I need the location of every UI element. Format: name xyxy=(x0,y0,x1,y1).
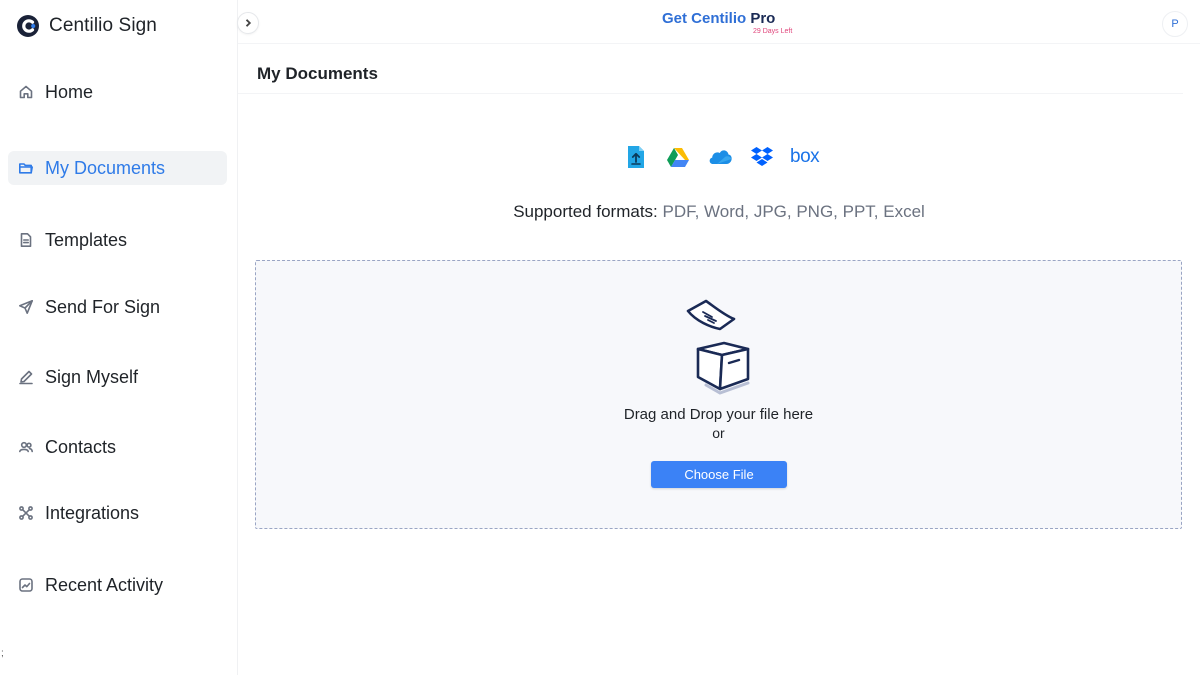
sidebar-item-label: Contacts xyxy=(45,436,117,457)
sidebar-item-label: Recent Activity xyxy=(45,574,164,595)
google-drive-icon[interactable] xyxy=(664,143,692,171)
onedrive-icon[interactable] xyxy=(706,143,734,171)
folder-icon xyxy=(18,160,34,176)
get-pro-link[interactable]: Get Centilio Pro 29 Days Left xyxy=(662,10,792,35)
upload-sources: box xyxy=(622,143,820,171)
sidebar-item-label: Sign Myself xyxy=(45,366,139,387)
trial-days-left: 29 Days Left xyxy=(753,28,793,35)
brand[interactable]: Centilio Sign xyxy=(16,12,157,40)
home-icon xyxy=(18,84,34,100)
page-title-bar: My Documents xyxy=(238,52,1183,94)
sidebar-item-label: My Documents xyxy=(45,157,166,178)
brand-name: Centilio Sign xyxy=(49,15,157,36)
box-icon[interactable]: box xyxy=(790,146,820,168)
top-header: Get Centilio Pro 29 Days Left P xyxy=(238,0,1200,44)
sidebar: Centilio Sign Home My Documents Template… xyxy=(0,0,238,675)
centilio-logo-icon xyxy=(17,15,39,37)
sidebar-item-integrations[interactable]: Integrations xyxy=(8,496,227,530)
sidebar-item-recent-activity[interactable]: Recent Activity xyxy=(8,568,227,602)
users-icon xyxy=(18,439,34,455)
sidebar-item-send-for-sign[interactable]: Send For Sign xyxy=(8,290,227,324)
choose-file-button[interactable]: Choose File xyxy=(651,461,787,488)
upload-from-device-icon[interactable] xyxy=(622,143,650,171)
promo-title: Get Centilio Pro xyxy=(662,10,775,27)
dropbox-icon[interactable] xyxy=(748,143,776,171)
promo-title-text: Get Centilio xyxy=(662,10,747,27)
pen-icon xyxy=(18,369,34,385)
supported-formats: Supported formats: PDF, Word, JPG, PNG, … xyxy=(238,202,1200,222)
document-icon xyxy=(18,232,34,248)
sidebar-item-label: Templates xyxy=(45,229,128,250)
dropzone-instruction: Drag and Drop your file here xyxy=(623,406,814,423)
sidebar-item-home[interactable]: Home xyxy=(8,75,227,109)
sidebar-item-my-documents[interactable]: My Documents xyxy=(8,151,227,185)
sidebar-item-templates[interactable]: Templates xyxy=(8,223,227,257)
promo-title-accent: Pro xyxy=(750,10,776,27)
sidebar-item-label: Integrations xyxy=(45,502,140,523)
send-icon xyxy=(18,299,34,315)
sidebar-item-contacts[interactable]: Contacts xyxy=(8,430,227,464)
dropzone-or: or xyxy=(712,425,725,441)
supported-formats-list: PDF, Word, JPG, PNG, PPT, Excel xyxy=(662,202,925,221)
avatar[interactable]: P xyxy=(1162,11,1188,37)
activity-icon xyxy=(18,577,34,593)
sidebar-item-label: Send For Sign xyxy=(45,296,161,317)
file-dropzone[interactable]: Drag and Drop your file here or Choose F… xyxy=(255,260,1182,529)
page-title: My Documents xyxy=(257,64,378,83)
sidebar-item-sign-myself[interactable]: Sign Myself xyxy=(8,360,227,394)
integrations-icon xyxy=(18,505,34,521)
sidebar-item-label: Home xyxy=(45,81,94,102)
file-box-illustration-icon xyxy=(686,299,750,395)
stray-text: ; xyxy=(1,648,4,659)
supported-formats-label: Supported formats: xyxy=(513,202,658,221)
